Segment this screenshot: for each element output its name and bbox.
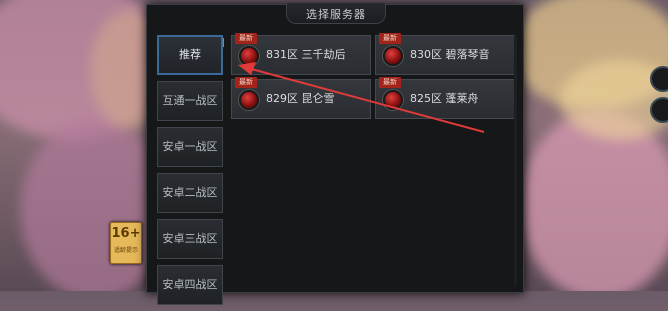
new-badge: 最新 [379, 33, 401, 44]
server-label: 831区 三千劫后 [266, 48, 346, 61]
new-badge: 最新 [235, 33, 257, 44]
server-label: 830区 碧落琴音 [410, 48, 490, 61]
age-rating-badge: 16+ 适龄提示 [110, 222, 142, 264]
server-select-panel: 选择服务器 推荐 互通一战区 安卓一战区 安卓二战区 安卓三战区 安卓四战区 最… [146, 3, 524, 305]
server-list-scrollbar[interactable] [514, 35, 517, 285]
sidebar-item-android-3[interactable]: 安卓三战区 [157, 219, 223, 259]
server-status-icon [383, 90, 403, 110]
sidebar-item-recommend[interactable]: 推荐 [157, 35, 223, 75]
panel-title-bar: 选择服务器 [286, 3, 386, 24]
sidebar-item-android-2[interactable]: 安卓二战区 [157, 173, 223, 213]
server-button[interactable]: 最新 829区 昆仑雪 [231, 77, 371, 119]
server-status-icon [239, 90, 259, 110]
server-button[interactable]: 最新 825区 蓬莱舟 [375, 77, 515, 119]
blossom-decoration [520, 110, 668, 291]
sidebar-item-android-4[interactable]: 安卓四战区 [157, 265, 223, 305]
age-rating-subtext: 适龄提示 [113, 247, 138, 254]
panel-title: 选择服务器 [306, 8, 366, 21]
new-badge: 最新 [379, 77, 401, 88]
server-button[interactable]: 最新 830区 碧落琴音 [375, 33, 515, 75]
server-label: 825区 蓬莱舟 [410, 92, 479, 105]
server-label: 829区 昆仑雪 [266, 92, 335, 105]
server-status-icon [383, 46, 403, 66]
server-group-sidebar: 推荐 互通一战区 安卓一战区 安卓二战区 安卓三战区 安卓四战区 [157, 35, 223, 311]
sidebar-item-hutong-1[interactable]: 互通一战区 [157, 81, 223, 121]
new-badge: 最新 [235, 77, 257, 88]
age-rating-number: 16+ [111, 226, 141, 241]
sidebar-item-android-1[interactable]: 安卓一战区 [157, 127, 223, 167]
server-button[interactable]: 最新 831区 三千劫后 [231, 33, 371, 75]
server-status-icon [239, 46, 259, 66]
